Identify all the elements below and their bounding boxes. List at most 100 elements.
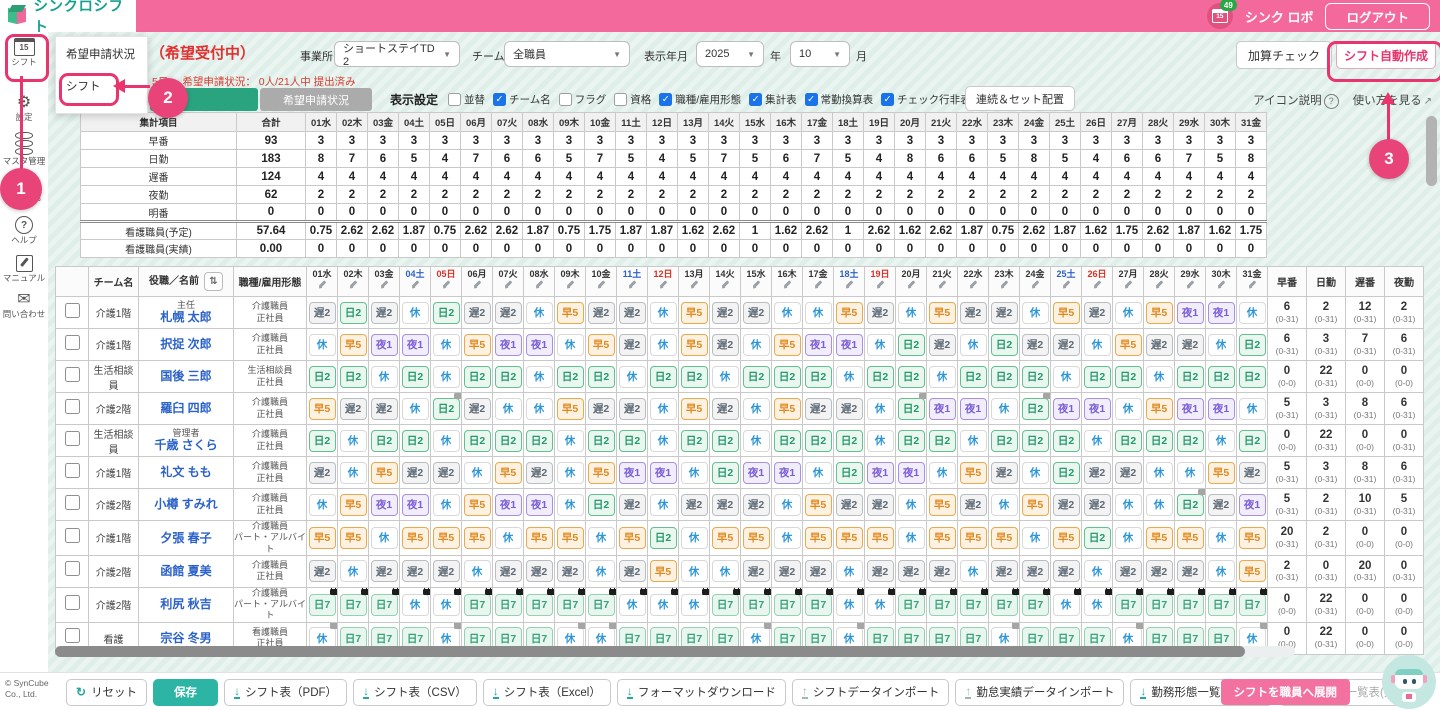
shift-chip-日2[interactable]: 日2: [898, 398, 925, 420]
shift-chip-休[interactable]: 休: [960, 560, 987, 582]
shift-chip-早5[interactable]: 早5: [743, 527, 770, 549]
shift-chip-夜1[interactable]: 夜1: [1177, 302, 1204, 324]
shift-chip-早5[interactable]: 早5: [1053, 302, 1080, 324]
shift-chip-休[interactable]: 休: [836, 366, 863, 388]
checkbox-checked[interactable]: ✓: [659, 93, 672, 106]
shift-chip-早5[interactable]: 早5: [867, 527, 894, 549]
shift-chip-早5[interactable]: 早5: [1177, 527, 1204, 549]
shift-chip-遅2[interactable]: 遅2: [1208, 494, 1235, 516]
shift-chip-休[interactable]: 休: [1084, 334, 1111, 356]
shift-chip-休[interactable]: 休: [1022, 462, 1049, 484]
month-select[interactable]: 10▼: [790, 41, 850, 67]
shift-chip-日2[interactable]: 日2: [1239, 366, 1266, 388]
shift-chip-早5[interactable]: 早5: [619, 527, 646, 549]
shift-chip-遅2[interactable]: 遅2: [929, 560, 956, 582]
shift-chip-日2[interactable]: 日2: [464, 366, 491, 388]
staff-name-link[interactable]: 利尻 秋吉: [139, 597, 233, 611]
staff-name-link[interactable]: 札幌 太郎: [139, 310, 233, 324]
shift-chip-遅2[interactable]: 遅2: [495, 302, 522, 324]
shift-chip-夜1[interactable]: 夜1: [526, 334, 553, 356]
shift-chip-遅2[interactable]: 遅2: [371, 302, 398, 324]
row-checkbox[interactable]: [65, 367, 80, 382]
edit-day-pencil-icon[interactable]: [565, 280, 576, 291]
shift-chip-日2[interactable]: 日2: [1084, 527, 1111, 549]
shift-chip-休[interactable]: 休: [1208, 430, 1235, 452]
shift-chip-日2[interactable]: 日2: [898, 366, 925, 388]
shift-chip-日2[interactable]: 日2: [774, 366, 801, 388]
shift-chip-休[interactable]: 休: [464, 560, 491, 582]
shift-chip-休[interactable]: 休: [433, 430, 460, 452]
edit-day-pencil-icon[interactable]: [317, 280, 328, 291]
shift-chip-夜1[interactable]: 夜1: [960, 398, 987, 420]
shift-chip-遅2[interactable]: 遅2: [1022, 334, 1049, 356]
checkbox-option-フラグ[interactable]: フラグ: [559, 92, 607, 107]
shift-chip-遅2[interactable]: 遅2: [309, 560, 336, 582]
shift-chip-早5[interactable]: 早5: [774, 398, 801, 420]
edit-day-pencil-icon[interactable]: [1123, 280, 1134, 291]
shift-chip-日2[interactable]: 日2: [805, 430, 832, 452]
shift-chip-遅2[interactable]: 遅2: [712, 302, 739, 324]
shift-chip-休[interactable]: 休: [495, 398, 522, 420]
edit-day-pencil-icon[interactable]: [441, 280, 452, 291]
staff-name-link[interactable]: 択捉 次郎: [139, 337, 233, 351]
continuous-set-button[interactable]: 連続＆セット配置: [965, 86, 1075, 111]
shift-chip-休[interactable]: 休: [805, 462, 832, 484]
shift-chip-遅2[interactable]: 遅2: [619, 494, 646, 516]
shift-chip-早5[interactable]: 早5: [1115, 334, 1142, 356]
shift-chip-休[interactable]: 休: [1115, 527, 1142, 549]
edit-day-pencil-icon[interactable]: [627, 280, 638, 291]
shift-chip-休[interactable]: 休: [1115, 302, 1142, 324]
shift-chip-遅2[interactable]: 遅2: [402, 560, 429, 582]
shift-chip-日2[interactable]: 日2: [1177, 494, 1204, 516]
checkbox-option-資格[interactable]: 資格: [614, 92, 651, 107]
tab-shift-table[interactable]: [150, 88, 258, 111]
shift-chip-日2[interactable]: 日2: [805, 366, 832, 388]
shift-chip-休[interactable]: 休: [1208, 334, 1235, 356]
shift-chip-日2[interactable]: 日2: [712, 430, 739, 452]
shift-chip-休[interactable]: 休: [1208, 527, 1235, 549]
shift-chip-夜1[interactable]: 夜1: [1208, 302, 1235, 324]
shift-chip-休[interactable]: 休: [774, 527, 801, 549]
shift-chip-遅2[interactable]: 遅2: [495, 560, 522, 582]
shift-chip-日2[interactable]: 日2: [588, 430, 615, 452]
shift-chip-休[interactable]: 休: [836, 560, 863, 582]
shift-chip-休[interactable]: 休: [340, 430, 367, 452]
shift-chip-日2[interactable]: 日2: [743, 366, 770, 388]
shift-chip-早5[interactable]: 早5: [929, 494, 956, 516]
shift-chip-夜1[interactable]: 夜1: [371, 334, 398, 356]
shift-chip-遅2[interactable]: 遅2: [836, 398, 863, 420]
shift-chip-早5[interactable]: 早5: [371, 462, 398, 484]
shift-chip-休[interactable]: 休: [1239, 302, 1266, 324]
checkbox-checked[interactable]: ✓: [805, 93, 818, 106]
shift-chip-休[interactable]: 休: [805, 302, 832, 324]
shift-chip-休[interactable]: 休: [433, 594, 460, 616]
checkbox-option-チーム名[interactable]: ✓チーム名: [493, 92, 551, 107]
shift-chip-日7[interactable]: 日7: [1177, 594, 1204, 616]
shift-chip-遅2[interactable]: 遅2: [712, 398, 739, 420]
shift-chip-日2[interactable]: 日2: [1177, 430, 1204, 452]
shift-chip-日7[interactable]: 日7: [371, 594, 398, 616]
shift-chip-休[interactable]: 休: [1022, 302, 1049, 324]
shift-chip-日2[interactable]: 日2: [371, 430, 398, 452]
shift-chip-休[interactable]: 休: [867, 430, 894, 452]
checkbox-checked[interactable]: ✓: [493, 93, 506, 106]
footer-button-保存[interactable]: 保存: [153, 679, 218, 706]
shift-chip-遅2[interactable]: 遅2: [557, 560, 584, 582]
shift-chip-日7[interactable]: 日7: [898, 594, 925, 616]
shift-chip-日2[interactable]: 日2: [1115, 430, 1142, 452]
shift-chip-日2[interactable]: 日2: [1177, 366, 1204, 388]
shift-chip-早5[interactable]: 早5: [774, 334, 801, 356]
sidebar-item-マニュアル[interactable]: マニュアル: [0, 255, 48, 283]
edit-day-pencil-icon[interactable]: [1030, 280, 1041, 291]
shift-chip-遅2[interactable]: 遅2: [805, 560, 832, 582]
shift-chip-早5[interactable]: 早5: [464, 527, 491, 549]
office-select[interactable]: ショートステイTD 2▼: [334, 41, 460, 67]
shift-chip-日2[interactable]: 日2: [588, 366, 615, 388]
shift-chip-日2[interactable]: 日2: [433, 398, 460, 420]
shift-chip-休[interactable]: 休: [1239, 398, 1266, 420]
shift-chip-日2[interactable]: 日2: [867, 366, 894, 388]
shift-chip-休[interactable]: 休: [774, 302, 801, 324]
shift-chip-早5[interactable]: 早5: [557, 302, 584, 324]
shift-chip-休[interactable]: 休: [309, 334, 336, 356]
shift-chip-夜1[interactable]: 夜1: [1053, 398, 1080, 420]
